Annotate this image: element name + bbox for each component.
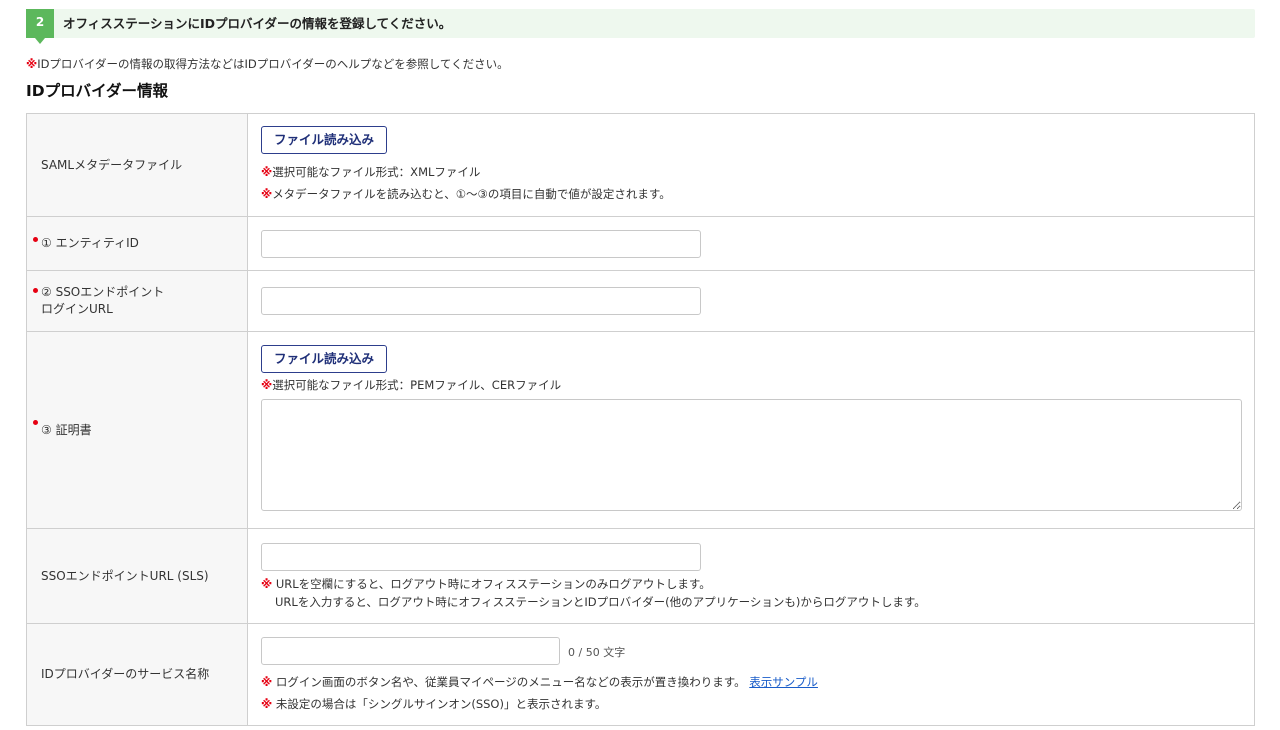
row-label: SAMLメタデータファイル bbox=[27, 114, 248, 216]
note-mark: ※ bbox=[261, 165, 273, 179]
saml-label: SAMLメタデータファイル bbox=[41, 157, 183, 172]
entity-id-input[interactable] bbox=[261, 230, 701, 258]
note-mark: ※ bbox=[26, 57, 38, 71]
idp-form-table: SAMLメタデータファイル ファイル読み込み ※選択可能なファイル形式：XMLフ… bbox=[26, 113, 1255, 726]
service-name-note-replace: ※ ログイン画面のボタン名や、従業員マイページのメニュー名などの表示が置き換わり… bbox=[261, 675, 818, 689]
sls-label: SSOエンドポイントURL (SLS) bbox=[41, 568, 209, 583]
row-content: ※ URLを空欄にすると、ログアウト時にオフィスステーションのみログアウトします… bbox=[248, 529, 1254, 623]
note-mark: ※ bbox=[261, 577, 273, 591]
row-content: ファイル読み込み ※選択可能なファイル形式：PEMファイル、CERファイル bbox=[248, 332, 1254, 528]
sls-url-input[interactable] bbox=[261, 543, 701, 571]
row-sso-login-url: ② SSOエンドポイント ログインURL bbox=[27, 271, 1254, 332]
step-banner: 2 オフィスステーションにIDプロバイダーの情報を登録してください。 bbox=[26, 9, 1255, 44]
row-content: ファイル読み込み ※選択可能なファイル形式：XMLファイル ※メタデータファイル… bbox=[248, 114, 1254, 216]
step-number-badge: 2 bbox=[26, 9, 54, 44]
row-entity-id: ① エンティティID bbox=[27, 217, 1254, 271]
sls-note-empty: ※ URLを空欄にすると、ログアウト時にオフィスステーションのみログアウトします… bbox=[261, 577, 711, 591]
note-mark: ※ bbox=[261, 675, 273, 689]
note-mark: ※ bbox=[261, 187, 273, 201]
row-label: SSOエンドポイントURL (SLS) bbox=[27, 529, 248, 623]
sso-login-label: ② SSOエンドポイント ログインURL bbox=[41, 285, 165, 316]
saml-file-load-button[interactable]: ファイル読み込み bbox=[261, 126, 388, 154]
row-content bbox=[248, 217, 1254, 270]
row-label: IDプロバイダーのサービス名称 bbox=[27, 624, 248, 725]
top-note-text: IDプロバイダーの情報の取得方法などはIDプロバイダーのヘルプなどを参照してくだ… bbox=[37, 57, 509, 71]
row-content: 0 / 50 文字 ※ ログイン画面のボタン名や、従業員マイページのメニュー名な… bbox=[248, 624, 1254, 725]
saml-note-auto: ※メタデータファイルを読み込むと、①〜③の項目に自動で値が設定されます。 bbox=[261, 187, 671, 201]
required-dot bbox=[33, 237, 38, 242]
row-sls-url: SSOエンドポイントURL (SLS) ※ URLを空欄にすると、ログアウト時に… bbox=[27, 529, 1254, 624]
certificate-file-load-button[interactable]: ファイル読み込み bbox=[261, 345, 388, 373]
certificate-textarea[interactable] bbox=[261, 399, 1242, 511]
sls-note-filled: URLを入力すると、ログアウト時にオフィスステーションとIDプロバイダー(他のア… bbox=[275, 595, 926, 609]
entity-id-label: ① エンティティID bbox=[41, 236, 139, 250]
service-name-char-counter: 0 / 50 文字 bbox=[568, 646, 626, 659]
note-mark: ※ bbox=[261, 378, 273, 392]
step-instruction: オフィスステーションにIDプロバイダーの情報を登録してください。 bbox=[63, 16, 452, 31]
row-label: ① エンティティID bbox=[27, 217, 248, 270]
service-name-note-default: ※ 未設定の場合は「シングルサインオン(SSO)」と表示されます。 bbox=[261, 697, 607, 711]
service-name-input[interactable] bbox=[261, 637, 560, 665]
certificate-label: ③ 証明書 bbox=[41, 422, 92, 437]
row-service-name: IDプロバイダーのサービス名称 0 / 50 文字 ※ ログイン画面のボタン名や… bbox=[27, 624, 1254, 726]
row-content bbox=[248, 271, 1254, 331]
certificate-note-format: ※選択可能なファイル形式：PEMファイル、CERファイル bbox=[261, 378, 562, 392]
service-name-label: IDプロバイダーのサービス名称 bbox=[41, 667, 210, 681]
row-saml-metadata: SAMLメタデータファイル ファイル読み込み ※選択可能なファイル形式：XMLフ… bbox=[27, 114, 1254, 217]
row-label: ③ 証明書 bbox=[27, 332, 248, 528]
display-sample-link[interactable]: 表示サンプル bbox=[749, 675, 818, 689]
saml-note-format: ※選択可能なファイル形式：XMLファイル bbox=[261, 165, 481, 179]
required-dot bbox=[33, 420, 38, 425]
row-certificate: ③ 証明書 ファイル読み込み ※選択可能なファイル形式：PEMファイル、CERフ… bbox=[27, 332, 1254, 529]
required-dot bbox=[33, 288, 38, 293]
section-title: IDプロバイダー情報 bbox=[26, 82, 169, 100]
sso-login-url-input[interactable] bbox=[261, 287, 701, 315]
row-label: ② SSOエンドポイント ログインURL bbox=[27, 271, 248, 331]
note-mark: ※ bbox=[261, 697, 273, 711]
top-note: ※IDプロバイダーの情報の取得方法などはIDプロバイダーのヘルプなどを参照してく… bbox=[26, 56, 509, 72]
